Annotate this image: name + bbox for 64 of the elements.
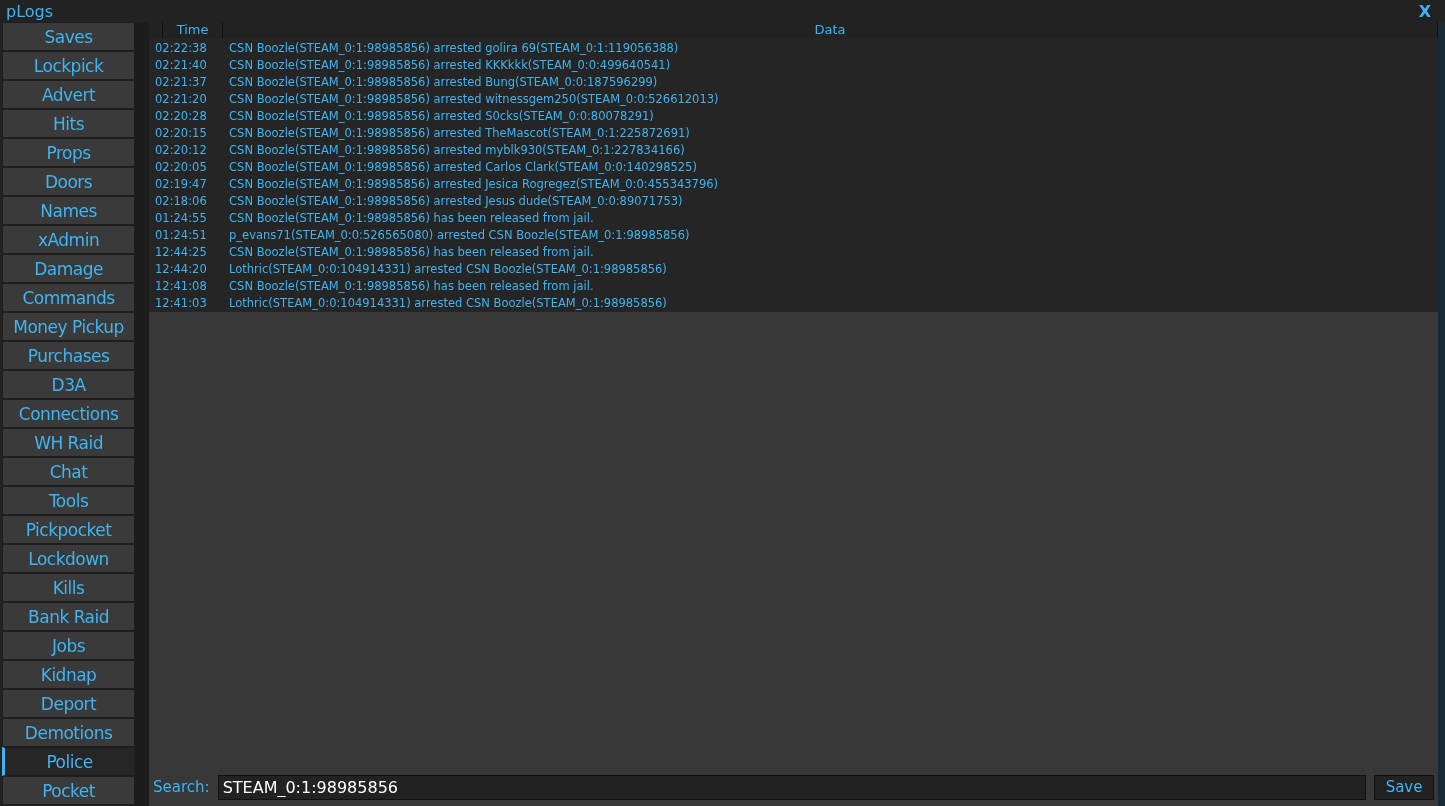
time-cell-text: 02:21:40: [154, 57, 208, 72]
sidebar-item[interactable]: Money Pickup: [2, 312, 136, 341]
sidebar-item[interactable]: Demotions: [2, 718, 136, 747]
sidebar-item[interactable]: D3A: [2, 370, 136, 399]
time-cell-text: 12:44:25: [154, 244, 208, 259]
time-cell-text: 12:41:03: [154, 295, 208, 310]
save-button[interactable]: Save: [1374, 774, 1435, 800]
log-cell: CSN Boozle(STEAM_0:1:98985856) arrested TheMascot(STEAM_0:1:225872691): [229, 125, 690, 140]
time-cell-text: 01:24:55: [154, 210, 208, 225]
sidebar-item[interactable]: Bank Raid: [2, 602, 136, 631]
sidebar-item[interactable]: Lockpick: [2, 51, 136, 80]
search-label: Search:: [153, 778, 210, 796]
sidebar-item[interactable]: Connections: [2, 399, 136, 428]
log-cell: p_evans71(STEAM_0:0:526565080) arrested CSN Boozle(STEAM_0:1:98985856): [229, 227, 690, 242]
log-cell: CSN Boozle(STEAM_0:1:98985856) arrested S0cks(STEAM_0:0:80078291): [229, 108, 654, 123]
time-cell-text: 02:20:28: [154, 108, 208, 123]
sidebar-item[interactable]: Purchases: [2, 341, 136, 370]
sidebar-item[interactable]: xAdmin: [2, 225, 136, 254]
log-cell: CSN Boozle(STEAM_0:1:98985856) arrested KKKkkk(STEAM_0:0:499640541): [229, 57, 671, 72]
sidebar-item[interactable]: Lockdown: [2, 544, 136, 573]
time-cell-text: 02:20:12: [154, 142, 208, 157]
sidebar-item[interactable]: Kidnap: [2, 660, 136, 689]
log-cell: Lothric(STEAM_0:0:104914331) arrested CSN Boozle(STEAM_0:1:98985856): [229, 295, 667, 310]
log-cell: CSN Boozle(STEAM_0:1:98985856) arrested Carlos Clark(STEAM_0:0:140298525): [229, 159, 697, 174]
sidebar-item[interactable]: Police: [2, 747, 136, 776]
log-cell: CSN Boozle(STEAM_0:1:98985856) arrested Jesica Rogregez(STEAM_0:0:455343796): [229, 176, 719, 191]
log-cell: CSN Boozle(STEAM_0:1:98985856) arrested golira 69(STEAM_0:1:119056388): [229, 40, 679, 55]
time-cell-text: 12:44:20: [154, 261, 208, 276]
sidebar-item[interactable]: Kills: [2, 573, 136, 602]
log-cell: CSN Boozle(STEAM_0:1:98985856) arrested Jesus dude(STEAM_0:0:89071753): [229, 193, 683, 208]
sidebar-item[interactable]: Jobs: [2, 631, 136, 660]
sidebar-item[interactable]: Commands: [2, 283, 136, 312]
sidebar-item[interactable]: Tools: [2, 486, 136, 515]
search-field[interactable]: STEAM_0:1:98985856: [217, 774, 1367, 800]
time-cell-text: 02:20:05: [154, 159, 208, 174]
log-cell: CSN Boozle(STEAM_0:1:98985856) arrested witnessgem250(STEAM_0:0:526612013): [229, 91, 719, 106]
sidebar-item[interactable]: WH Raid: [2, 428, 136, 457]
sidebar-item[interactable]: Advert: [2, 80, 136, 109]
window-title: pLogs: [6, 1, 54, 21]
time-cell-text: 02:20:15: [154, 125, 208, 140]
sidebar-item[interactable]: Doors: [2, 167, 136, 196]
sidebar-item[interactable]: Names: [2, 196, 136, 225]
time-cell-text: 02:18:06: [154, 193, 208, 208]
sidebar-item[interactable]: Saves: [2, 22, 136, 51]
log-cell: Lothric(STEAM_0:0:104914331) arrested CSN Boozle(STEAM_0:1:98985856): [229, 261, 667, 276]
sidebar-item[interactable]: Chat: [2, 457, 136, 486]
time-cell-text: 02:22:38: [154, 40, 208, 55]
close-button[interactable]: X: [1418, 1, 1431, 21]
log-cell: CSN Boozle(STEAM_0:1:98985856) arrested Bung(STEAM_0:0:187596299): [229, 74, 658, 89]
sidebar-item[interactable]: Damage: [2, 254, 136, 283]
time-cell-text: 02:19:47: [154, 176, 208, 191]
sidebar-item[interactable]: Hits: [2, 109, 136, 138]
sidebar-item[interactable]: Props: [2, 138, 136, 167]
time-cell-text: 01:24:51: [154, 227, 208, 242]
time-cell-text: 12:41:08: [154, 278, 208, 293]
sidebar-item[interactable]: Pocket: [2, 776, 136, 805]
log-cell: CSN Boozle(STEAM_0:1:98985856) has been released from jail.: [229, 278, 594, 293]
log-cell: CSN Boozle(STEAM_0:1:98985856) arrested myblk930(STEAM_0:1:227834166): [229, 142, 685, 157]
log-cell: CSN Boozle(STEAM_0:1:98985856) has been released from jail.: [229, 244, 594, 259]
log-cell: CSN Boozle(STEAM_0:1:98985856) has been released from jail.: [229, 210, 594, 225]
time-cell-text: 02:21:20: [154, 91, 208, 106]
sidebar-item[interactable]: Deport: [2, 689, 136, 718]
time-cell-text: 02:21:37: [154, 74, 208, 89]
sidebar-item[interactable]: Pickpocket: [2, 515, 136, 544]
